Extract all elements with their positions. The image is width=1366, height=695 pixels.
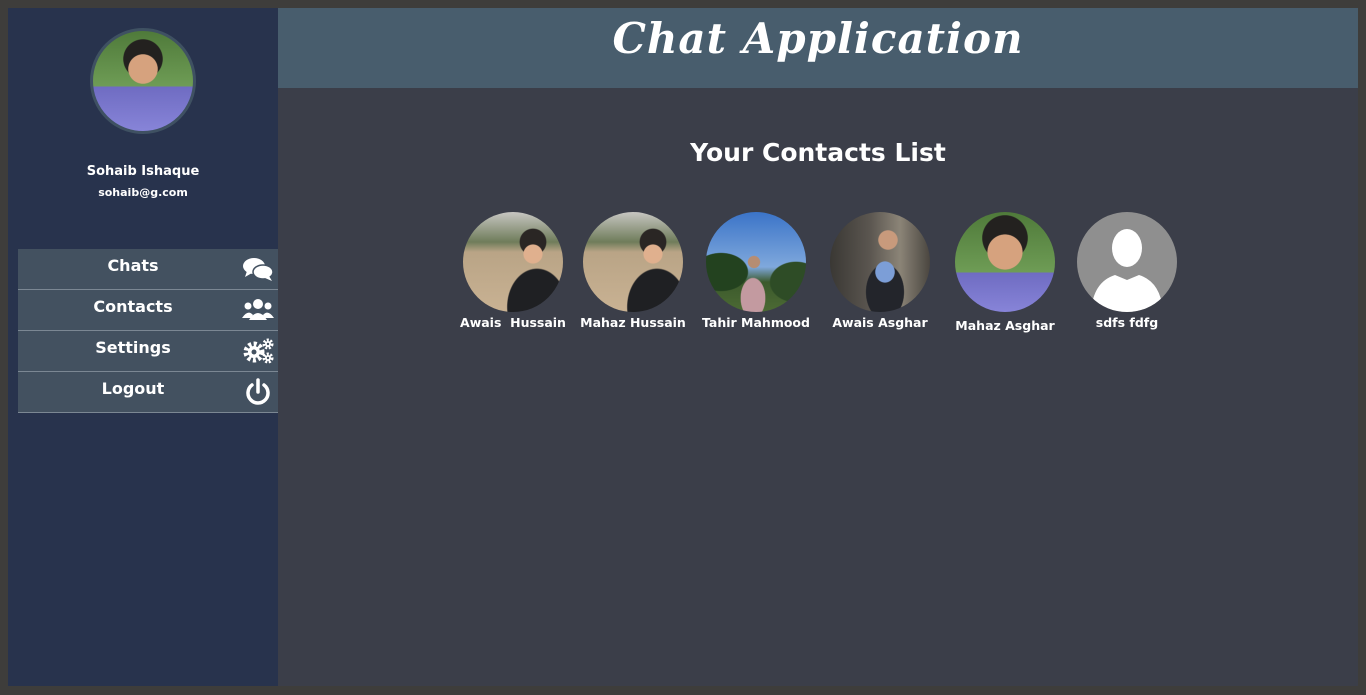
contact-name: Mahaz Hussain: [580, 315, 686, 330]
contact-name: Awais Asghar: [832, 315, 928, 330]
contact-name: Mahaz Asghar: [955, 318, 1055, 333]
sidebar-menu: Chats Contacts Settings Logout: [18, 249, 278, 413]
contact-card[interactable]: sdfs fdfg: [1065, 212, 1189, 330]
app-title: Chat Application: [612, 14, 1024, 63]
sidebar-item-label: Contacts: [93, 297, 173, 316]
power-icon: [246, 378, 270, 405]
contacts-title: Your Contacts List: [690, 138, 946, 167]
contact-card[interactable]: Mahaz Hussain: [571, 212, 695, 330]
contact-card[interactable]: Awais Asghar: [818, 212, 942, 330]
app-header: Chat Application: [278, 8, 1358, 88]
sidebar-item-contacts[interactable]: Contacts: [18, 290, 278, 331]
sidebar-item-label: Logout: [101, 379, 165, 398]
sidebar-item-settings[interactable]: Settings: [18, 331, 278, 372]
user-name: Sohaib Ishaque: [86, 164, 200, 179]
sidebar-item-label: Chats: [107, 256, 159, 275]
user-avatar[interactable]: [90, 28, 196, 134]
default-user-icon: [1091, 229, 1163, 312]
contact-avatar: [706, 212, 806, 312]
gears-icon: [243, 338, 274, 364]
sidebar-item-label: Settings: [95, 338, 171, 357]
contact-avatar: [463, 212, 563, 312]
contact-avatar: [955, 212, 1055, 312]
contact-card[interactable]: Tahir Mahmood: [694, 212, 818, 330]
user-email: sohaib@g.com: [98, 186, 188, 199]
chats-icon: [243, 258, 274, 281]
contact-name: Awais Hussain: [460, 315, 566, 330]
sidebar: Sohaib Ishaque sohaib@g.com Chats Contac…: [8, 8, 278, 686]
contact-avatar: [583, 212, 683, 312]
contact-name: sdfs fdfg: [1095, 315, 1159, 330]
main-panel: Chat Application Your Contacts List Awai…: [278, 8, 1358, 686]
users-icon: [242, 299, 274, 320]
contact-card[interactable]: Mahaz Asghar: [943, 212, 1067, 333]
contact-avatar: [1077, 212, 1177, 312]
contact-card[interactable]: Awais Hussain: [451, 212, 575, 330]
contact-avatar: [830, 212, 930, 312]
contact-name: Tahir Mahmood: [702, 315, 810, 330]
app-frame: Sohaib Ishaque sohaib@g.com Chats Contac…: [8, 8, 1358, 686]
sidebar-item-logout[interactable]: Logout: [18, 372, 278, 413]
sidebar-item-chats[interactable]: Chats: [18, 249, 278, 290]
